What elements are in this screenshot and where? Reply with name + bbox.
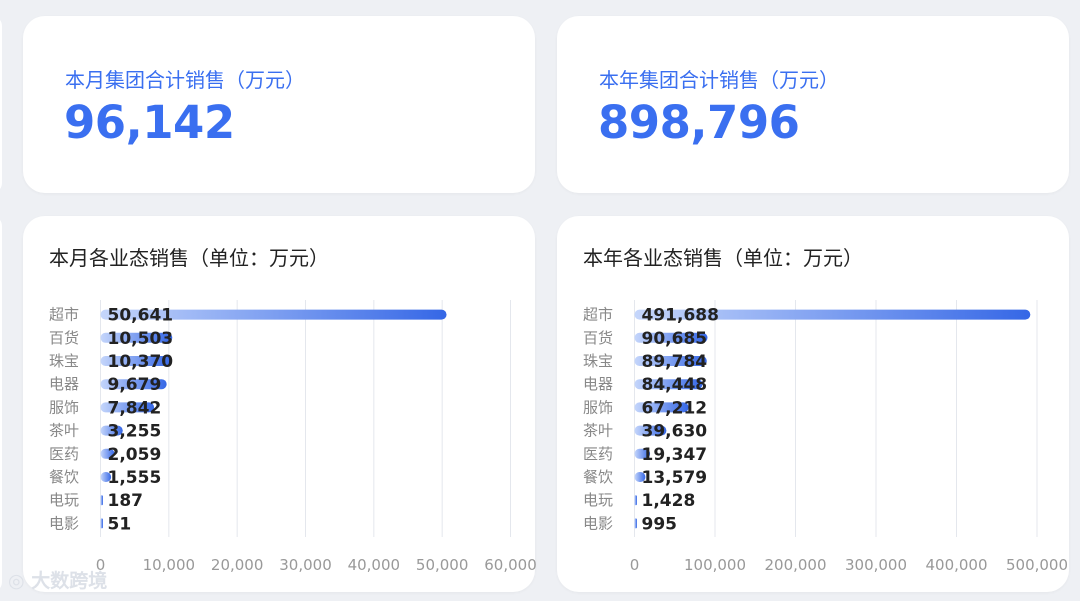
data-label: 491,688 bbox=[642, 306, 719, 326]
kpi-yearly-label: 本年集团合计销售（万元） bbox=[599, 68, 839, 92]
data-label: 9,679 bbox=[108, 375, 162, 395]
category-label: 医药 bbox=[583, 445, 613, 463]
category-label: 茶叶 bbox=[583, 422, 613, 440]
category-label: 珠宝 bbox=[583, 352, 613, 370]
kpi-card-monthly: 本月集团合计销售（万元） 96,142 bbox=[23, 16, 535, 193]
category-label: 百货 bbox=[583, 329, 613, 347]
kpi-monthly-value: 96,142 bbox=[64, 96, 235, 149]
category-label: 服饰 bbox=[49, 398, 79, 416]
category-label: 电玩 bbox=[49, 491, 79, 509]
bar bbox=[634, 518, 637, 529]
data-label: 51 bbox=[108, 514, 132, 534]
category-label: 医药 bbox=[49, 445, 79, 463]
data-label: 995 bbox=[642, 514, 678, 534]
category-label: 电器 bbox=[583, 375, 613, 393]
x-tick-label: 40,000 bbox=[348, 556, 401, 574]
data-label: 2,059 bbox=[108, 445, 162, 465]
category-label: 餐饮 bbox=[583, 468, 613, 486]
data-label: 3,255 bbox=[108, 422, 162, 442]
category-label: 电影 bbox=[49, 514, 79, 532]
x-tick-label: 60,000 bbox=[484, 556, 537, 574]
category-label: 服饰 bbox=[583, 398, 613, 416]
data-label: 50,641 bbox=[108, 306, 174, 326]
bar bbox=[634, 495, 637, 506]
watermark-logo: ◎ 大数跨境 bbox=[8, 566, 107, 593]
data-label: 1,428 bbox=[642, 491, 696, 511]
bar bbox=[100, 495, 103, 506]
offscreen-card-edge-top bbox=[0, 16, 2, 193]
x-tick-label: 100,000 bbox=[684, 556, 746, 574]
x-tick-label: 500,000 bbox=[1006, 556, 1068, 574]
data-label: 90,685 bbox=[642, 329, 708, 349]
category-label: 超市 bbox=[583, 306, 613, 324]
watermark-icon: ◎ bbox=[8, 570, 32, 592]
data-label: 10,503 bbox=[108, 329, 174, 349]
category-label: 电器 bbox=[49, 375, 79, 393]
data-label: 1,555 bbox=[108, 468, 162, 488]
category-label: 超市 bbox=[49, 306, 79, 324]
kpi-card-yearly: 本年集团合计销售（万元） 898,796 bbox=[557, 16, 1069, 193]
data-label: 13,579 bbox=[642, 468, 708, 488]
category-label: 电玩 bbox=[583, 491, 613, 509]
x-tick-label: 50,000 bbox=[416, 556, 469, 574]
offscreen-card-edge-bottom bbox=[0, 216, 2, 592]
x-tick-label: 20,000 bbox=[211, 556, 264, 574]
data-label: 19,347 bbox=[642, 445, 708, 465]
data-label: 187 bbox=[108, 491, 144, 511]
x-tick-label: 30,000 bbox=[279, 556, 332, 574]
x-tick-label: 400,000 bbox=[925, 556, 987, 574]
data-label: 89,784 bbox=[642, 352, 708, 372]
data-label: 84,448 bbox=[642, 375, 708, 395]
kpi-yearly-value: 898,796 bbox=[598, 96, 800, 149]
x-tick-label: 0 bbox=[630, 556, 640, 574]
chart-card-yearly: 本年各业态销售（单位：万元） 0 100,000 200,000 300,000 400… bbox=[557, 216, 1069, 592]
x-tick-label: 200,000 bbox=[764, 556, 826, 574]
data-label: 7,842 bbox=[108, 398, 162, 418]
x-tick-label: 300,000 bbox=[845, 556, 907, 574]
data-label: 39,630 bbox=[642, 422, 708, 442]
category-label: 茶叶 bbox=[49, 422, 79, 440]
x-tick-label: 10,000 bbox=[143, 556, 196, 574]
chart-monthly: 0 10,000 20,000 30,000 40,000 50,000 60,000超市 5… bbox=[49, 300, 537, 574]
category-label: 餐饮 bbox=[49, 468, 79, 486]
category-label: 珠宝 bbox=[49, 352, 79, 370]
bar bbox=[100, 518, 103, 529]
category-label: 电影 bbox=[583, 514, 613, 532]
kpi-monthly-label: 本月集团合计销售（万元） bbox=[65, 68, 305, 92]
watermark-text: 大数跨境 bbox=[31, 570, 108, 592]
category-label: 百货 bbox=[49, 329, 79, 347]
data-label: 67,212 bbox=[642, 398, 708, 418]
chart-yearly: 0 100,000 200,000 300,000 400,000 500,000 超市 49… bbox=[583, 300, 1068, 574]
data-label: 10,370 bbox=[108, 352, 174, 372]
chart-card-monthly: 本月各业态销售（单位：万元） 0 10,000 20,000 30,000 40,000… bbox=[23, 216, 537, 592]
